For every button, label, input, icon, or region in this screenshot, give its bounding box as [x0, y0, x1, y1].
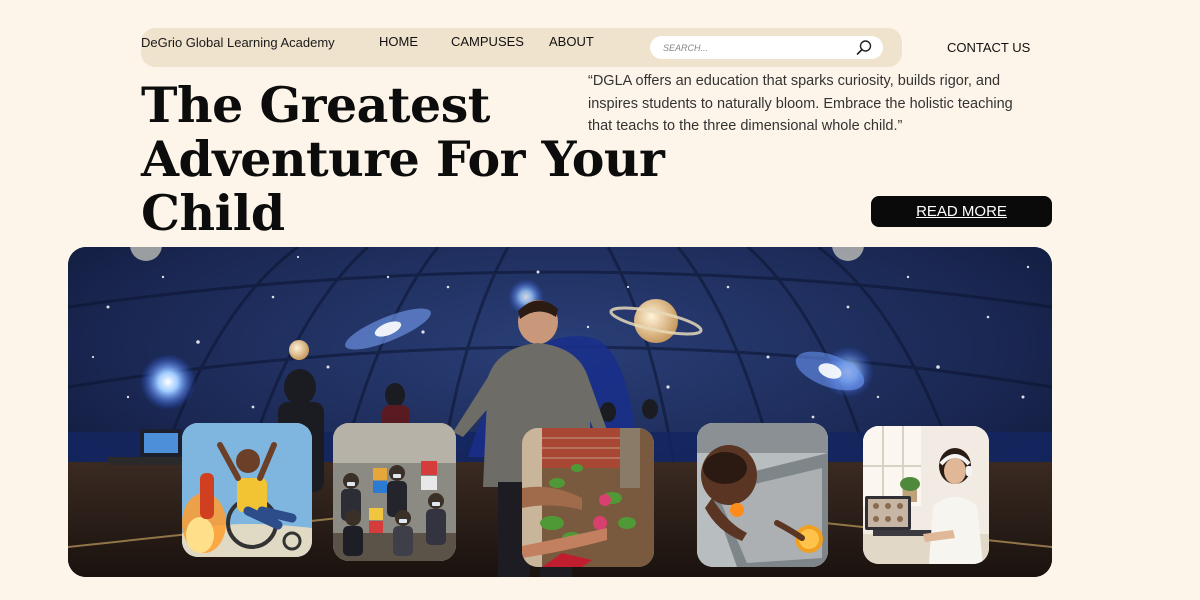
- gallery-thumbnail-2[interactable]: [333, 423, 456, 561]
- gallery-thumbnail-5[interactable]: [863, 426, 989, 564]
- online-learning-photo: [863, 426, 989, 564]
- brand-name[interactable]: DeGrio Global Learning Academy: [141, 35, 335, 50]
- garden-radish-photo: [522, 428, 654, 567]
- baby-sensory-play-photo: [697, 423, 828, 567]
- hero-title-line-2: Adventure For Your: [141, 130, 665, 188]
- students-group-photo: [333, 423, 456, 561]
- gallery-thumbnail-1[interactable]: [182, 423, 312, 557]
- search-input[interactable]: [663, 40, 843, 55]
- navbar: DeGrio Global Learning Academy HOME CAMP…: [141, 28, 902, 67]
- search-bar: [650, 36, 883, 59]
- nav-about[interactable]: ABOUT: [549, 34, 594, 49]
- nav-campuses[interactable]: CAMPUSES: [451, 34, 524, 49]
- search-icon[interactable]: [855, 39, 873, 57]
- contact-us-link[interactable]: CONTACT US: [947, 40, 1030, 55]
- hero-title-line-3: Child: [141, 184, 285, 242]
- child-rocket-wheelchair-photo: [182, 423, 312, 557]
- hero-quote: “DGLA offers an education that sparks cu…: [588, 73, 1013, 134]
- nav-home[interactable]: HOME: [379, 34, 418, 49]
- read-more-button[interactable]: READ MORE: [871, 196, 1052, 227]
- gallery-thumbnail-4[interactable]: [697, 423, 828, 567]
- gallery-thumbnail-3[interactable]: [522, 428, 654, 567]
